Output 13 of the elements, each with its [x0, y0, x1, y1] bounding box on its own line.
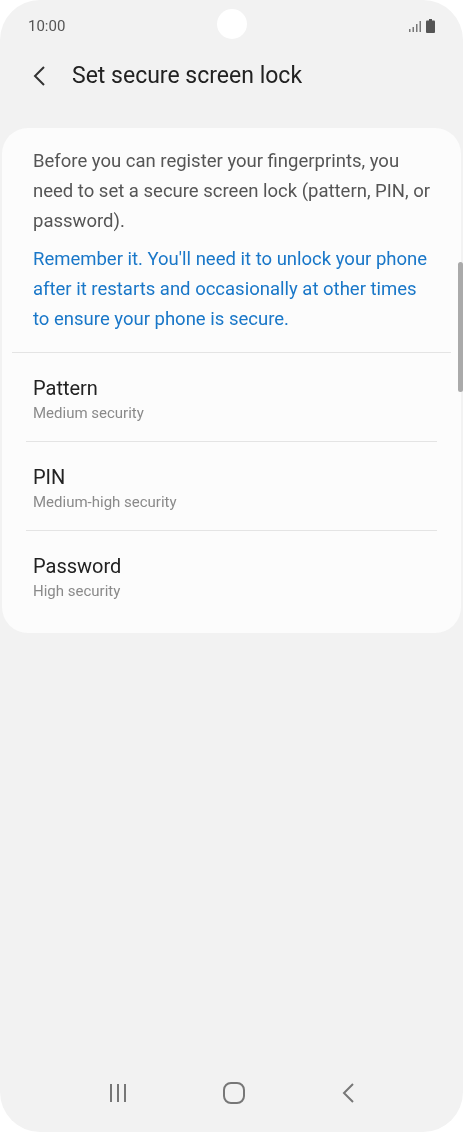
- recent-apps-icon: [107, 1083, 128, 1103]
- home-icon: [223, 1082, 246, 1104]
- back-icon: [32, 65, 46, 87]
- signal-icon: [409, 20, 421, 32]
- back-icon: [341, 1083, 356, 1103]
- lock-option[interactable]: Password High security: [2, 531, 461, 619]
- status-time: 10:00: [28, 15, 66, 37]
- screen-title: Set secure screen lock: [72, 60, 303, 91]
- description-text: Before you can register your fingerprints, you need to set a secure screen lock (pattern, PIN, or password).: [32, 149, 432, 234]
- note-text: Remember it. You'll need it to unlock your phone after it restarts and occasionally at other times to ensure your phone is secure.: [32, 247, 429, 332]
- lock-option[interactable]: PIN Medium-high security: [2, 442, 461, 530]
- lock-option[interactable]: Pattern Medium security: [2, 353, 461, 441]
- battery-icon: [426, 19, 435, 33]
